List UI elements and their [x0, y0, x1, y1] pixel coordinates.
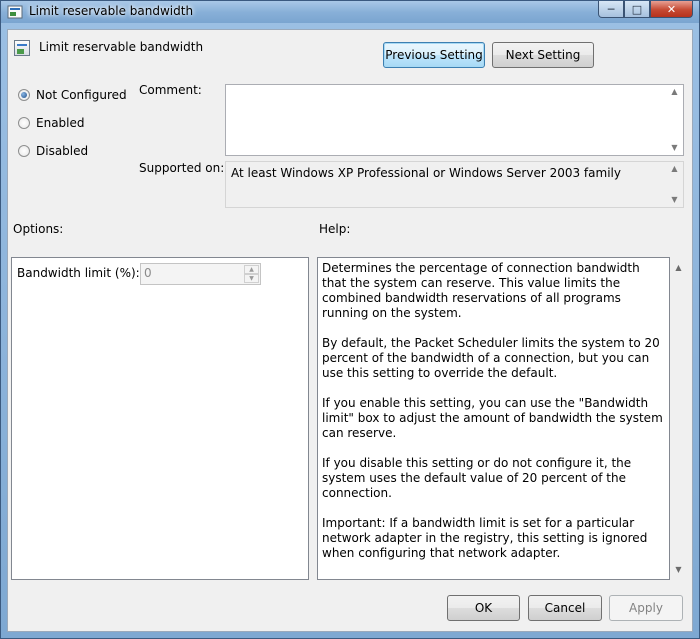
help-label: Help:	[319, 222, 351, 236]
comment-scrollbar[interactable]: ▲ ▼	[666, 85, 683, 155]
supported-scrollbar[interactable]: ▲ ▼	[666, 162, 683, 207]
window-title: Limit reservable bandwidth	[29, 4, 194, 18]
maximize-button[interactable]: □	[624, 1, 650, 18]
setting-icon	[14, 40, 30, 56]
bandwidth-limit-label: Bandwidth limit (%):	[17, 266, 140, 280]
comment-label: Comment:	[139, 83, 202, 97]
comment-field[interactable]: ▲ ▼	[225, 84, 684, 156]
bandwidth-limit-value: 0	[144, 266, 152, 280]
options-label: Options:	[13, 222, 64, 236]
options-panel: Bandwidth limit (%): 0 ▲ ▼	[11, 257, 309, 580]
help-paragraph: Determines the percentage of connection …	[322, 261, 640, 320]
radio-not-configured[interactable]: Not Configured	[18, 88, 127, 102]
title-bar[interactable]: Limit reservable bandwidth ─ □ ✕	[1, 1, 699, 23]
radio-label: Disabled	[36, 144, 89, 158]
help-paragraph: Important: If a bandwidth limit is set f…	[322, 516, 648, 560]
radio-indicator-checked[interactable]	[18, 89, 30, 101]
help-paragraph: By default, the Packet Scheduler limits …	[322, 336, 660, 380]
scroll-down-icon[interactable]: ▼	[671, 193, 677, 207]
dialog-client-area: Limit reservable bandwidth Previous Sett…	[7, 29, 693, 632]
spin-up-icon[interactable]: ▲	[244, 265, 259, 274]
scroll-down-icon[interactable]: ▼	[675, 565, 681, 574]
radio-indicator[interactable]	[18, 145, 30, 157]
help-text: Determines the percentage of connection …	[322, 261, 666, 576]
radio-label: Enabled	[36, 116, 85, 130]
maximize-icon: □	[631, 2, 643, 16]
scroll-up-icon[interactable]: ▲	[671, 162, 677, 176]
apply-button[interactable]: Apply	[609, 595, 683, 621]
policy-icon	[7, 5, 23, 19]
scroll-up-icon[interactable]: ▲	[671, 85, 677, 99]
setting-name: Limit reservable bandwidth	[39, 40, 204, 54]
minimize-icon: ─	[607, 2, 615, 16]
supported-on-field: At least Windows XP Professional or Wind…	[225, 161, 684, 208]
help-scrollbar[interactable]: ▲ ▼	[670, 257, 687, 580]
radio-indicator[interactable]	[18, 117, 30, 129]
help-paragraph: If you disable this setting or do not co…	[322, 456, 632, 500]
supported-on-value: At least Windows XP Professional or Wind…	[231, 166, 621, 180]
scroll-up-icon[interactable]: ▲	[675, 263, 681, 272]
next-setting-button[interactable]: Next Setting	[492, 42, 594, 68]
radio-label: Not Configured	[36, 88, 127, 102]
scroll-down-icon[interactable]: ▼	[671, 141, 677, 155]
bandwidth-limit-stepper[interactable]: 0 ▲ ▼	[140, 263, 261, 285]
window-controls: ─ □ ✕	[598, 1, 693, 19]
dialog-window: Limit reservable bandwidth ─ □ ✕ Limit r…	[0, 0, 700, 639]
previous-setting-button[interactable]: Previous Setting	[383, 42, 485, 68]
supported-on-label: Supported on:	[139, 161, 225, 175]
radio-disabled[interactable]: Disabled	[18, 144, 88, 158]
close-icon: ✕	[666, 2, 677, 16]
spin-buttons: ▲ ▼	[244, 265, 259, 283]
radio-enabled[interactable]: Enabled	[18, 116, 85, 130]
help-paragraph: If you enable this setting, you can use …	[322, 396, 663, 440]
cancel-button[interactable]: Cancel	[528, 595, 602, 621]
spin-down-icon[interactable]: ▼	[244, 274, 259, 283]
minimize-button[interactable]: ─	[598, 1, 624, 18]
close-button[interactable]: ✕	[650, 1, 693, 18]
help-panel: Determines the percentage of connection …	[317, 257, 670, 580]
ok-button[interactable]: OK	[447, 595, 520, 621]
